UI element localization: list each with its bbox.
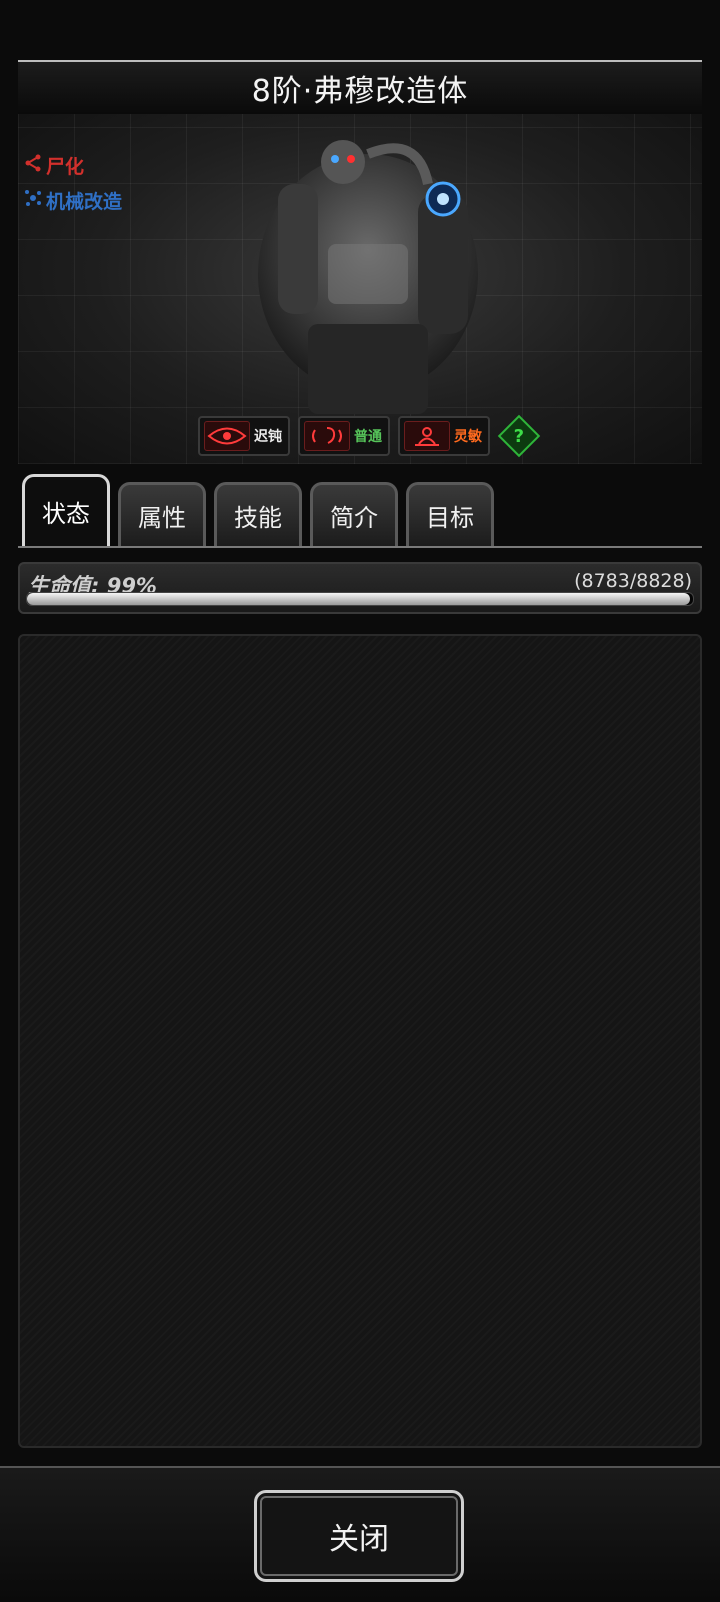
close-button[interactable]: 关闭 <box>254 1490 464 1582</box>
tab-attributes[interactable]: 属性 <box>118 482 206 546</box>
hp-panel: 生命值: 99% (8783/8828) <box>18 562 702 614</box>
tab-target[interactable]: 目标 <box>406 482 494 546</box>
hp-bar <box>26 592 694 606</box>
question-icon: ? <box>513 425 525 447</box>
page-title: 8阶·弗穆改造体 <box>251 74 469 109</box>
share-icon <box>24 154 42 177</box>
help-button[interactable]: ? <box>497 414 541 458</box>
title-bar: 8阶·弗穆改造体 <box>18 60 702 116</box>
gear-nodes-icon <box>24 189 42 212</box>
spirit-icon <box>404 421 450 451</box>
trait-label: 灵敏 <box>454 429 482 445</box>
trait-vision[interactable]: 迟钝 <box>198 416 290 456</box>
footer: 关闭 <box>0 1466 720 1602</box>
trait-perception[interactable]: 灵敏 <box>398 416 490 456</box>
trait-label: 普通 <box>354 429 382 445</box>
tag-label: 机械改造 <box>46 191 123 213</box>
tab-bar: 状态 属性 技能 简介 目标 <box>18 474 702 548</box>
tag-mechanical-modification[interactable]: 机械改造 <box>24 187 122 214</box>
tag-label: 尸化 <box>46 156 85 178</box>
status-content-panel <box>18 634 702 1448</box>
tab-intro[interactable]: 简介 <box>310 482 398 546</box>
monster-illustration <box>258 140 478 414</box>
eye-icon <box>204 421 250 451</box>
tab-status[interactable]: 状态 <box>22 474 110 546</box>
tab-skills[interactable]: 技能 <box>214 482 302 546</box>
trait-label: 迟钝 <box>254 429 282 445</box>
hp-bar-fill <box>27 593 690 605</box>
tag-list: 尸化 机械改造 <box>24 152 122 222</box>
ear-icon <box>304 421 350 451</box>
tag-zombified[interactable]: 尸化 <box>24 152 122 179</box>
hp-value: (8783/8828) <box>574 570 692 592</box>
trait-list: 迟钝 普通 灵敏 ? <box>198 414 541 458</box>
trait-hearing[interactable]: 普通 <box>298 416 390 456</box>
monster-portrait: 尸化 机械改造 迟钝 普通 灵敏 ? <box>18 114 702 464</box>
